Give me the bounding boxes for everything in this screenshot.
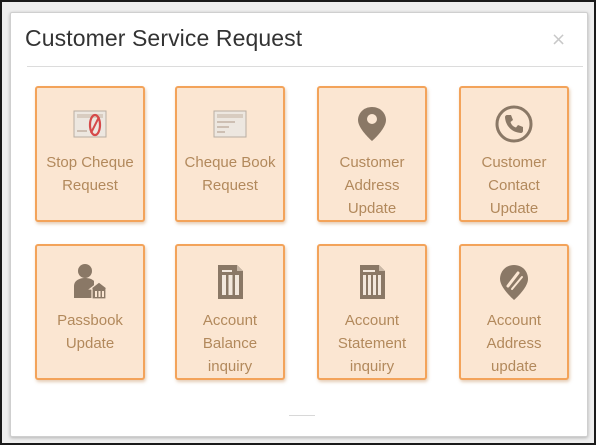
tile-passbook-update[interactable]: Passbook Update xyxy=(35,244,145,380)
statement-icon xyxy=(350,260,394,304)
tile-customer-contact-update[interactable]: Customer Contact Update xyxy=(459,86,569,222)
tile-label: Stop Cheque Request xyxy=(46,154,134,194)
tile-label: Cheque Book Request xyxy=(184,154,276,194)
tile-account-balance-inquiry[interactable]: Account Balance inquiry xyxy=(175,244,285,380)
phone-icon xyxy=(492,102,536,146)
stop-cheque-icon xyxy=(68,102,112,146)
address-tag-icon xyxy=(492,260,536,304)
tile-label: Customer Address Update xyxy=(339,154,405,217)
tile-label: Account Statement inquiry xyxy=(337,312,407,375)
tile-label: Account Balance inquiry xyxy=(202,312,258,375)
document-columns-icon xyxy=(208,260,252,304)
tile-account-statement-inquiry[interactable]: Account Statement inquiry xyxy=(317,244,427,380)
footer-divider xyxy=(289,415,315,416)
close-icon[interactable]: × xyxy=(551,29,566,50)
tile-label: Passbook Update xyxy=(57,312,123,352)
customer-service-request-dialog: Customer Service Request × Stop Cheque R… xyxy=(10,12,588,437)
cheque-book-icon xyxy=(208,102,252,146)
tile-cheque-book-request[interactable]: Cheque Book Request xyxy=(175,86,285,222)
header-divider xyxy=(27,66,583,67)
tile-label: Account Address update xyxy=(486,312,542,375)
tile-customer-address-update[interactable]: Customer Address Update xyxy=(317,86,427,222)
screenshot-frame: Customer Service Request × Stop Cheque R… xyxy=(0,0,596,445)
passbook-icon xyxy=(68,260,112,304)
location-pin-icon xyxy=(350,102,394,146)
tile-label: Customer Contact Update xyxy=(481,154,547,217)
tile-account-address-update[interactable]: Account Address update xyxy=(459,244,569,380)
dialog-title: Customer Service Request xyxy=(25,25,303,51)
tile-stop-cheque-request[interactable]: Stop Cheque Request xyxy=(35,86,145,222)
